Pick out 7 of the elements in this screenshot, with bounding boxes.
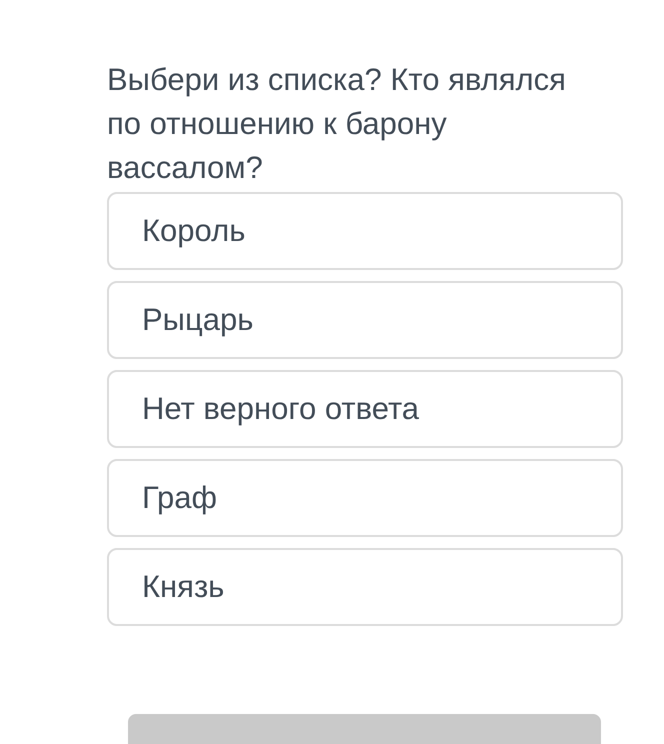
answer-option[interactable]: Рыцарь <box>107 281 623 359</box>
question-text: Выбери из списка? Кто являлся по отношению к барону вассалом? <box>107 61 567 187</box>
action-button[interactable] <box>128 714 601 744</box>
answer-option[interactable]: Князь <box>107 548 623 626</box>
answer-option[interactable]: Нет верного ответа <box>107 370 623 448</box>
answer-option[interactable]: Король <box>107 192 623 270</box>
answer-option[interactable]: Граф <box>107 459 623 537</box>
